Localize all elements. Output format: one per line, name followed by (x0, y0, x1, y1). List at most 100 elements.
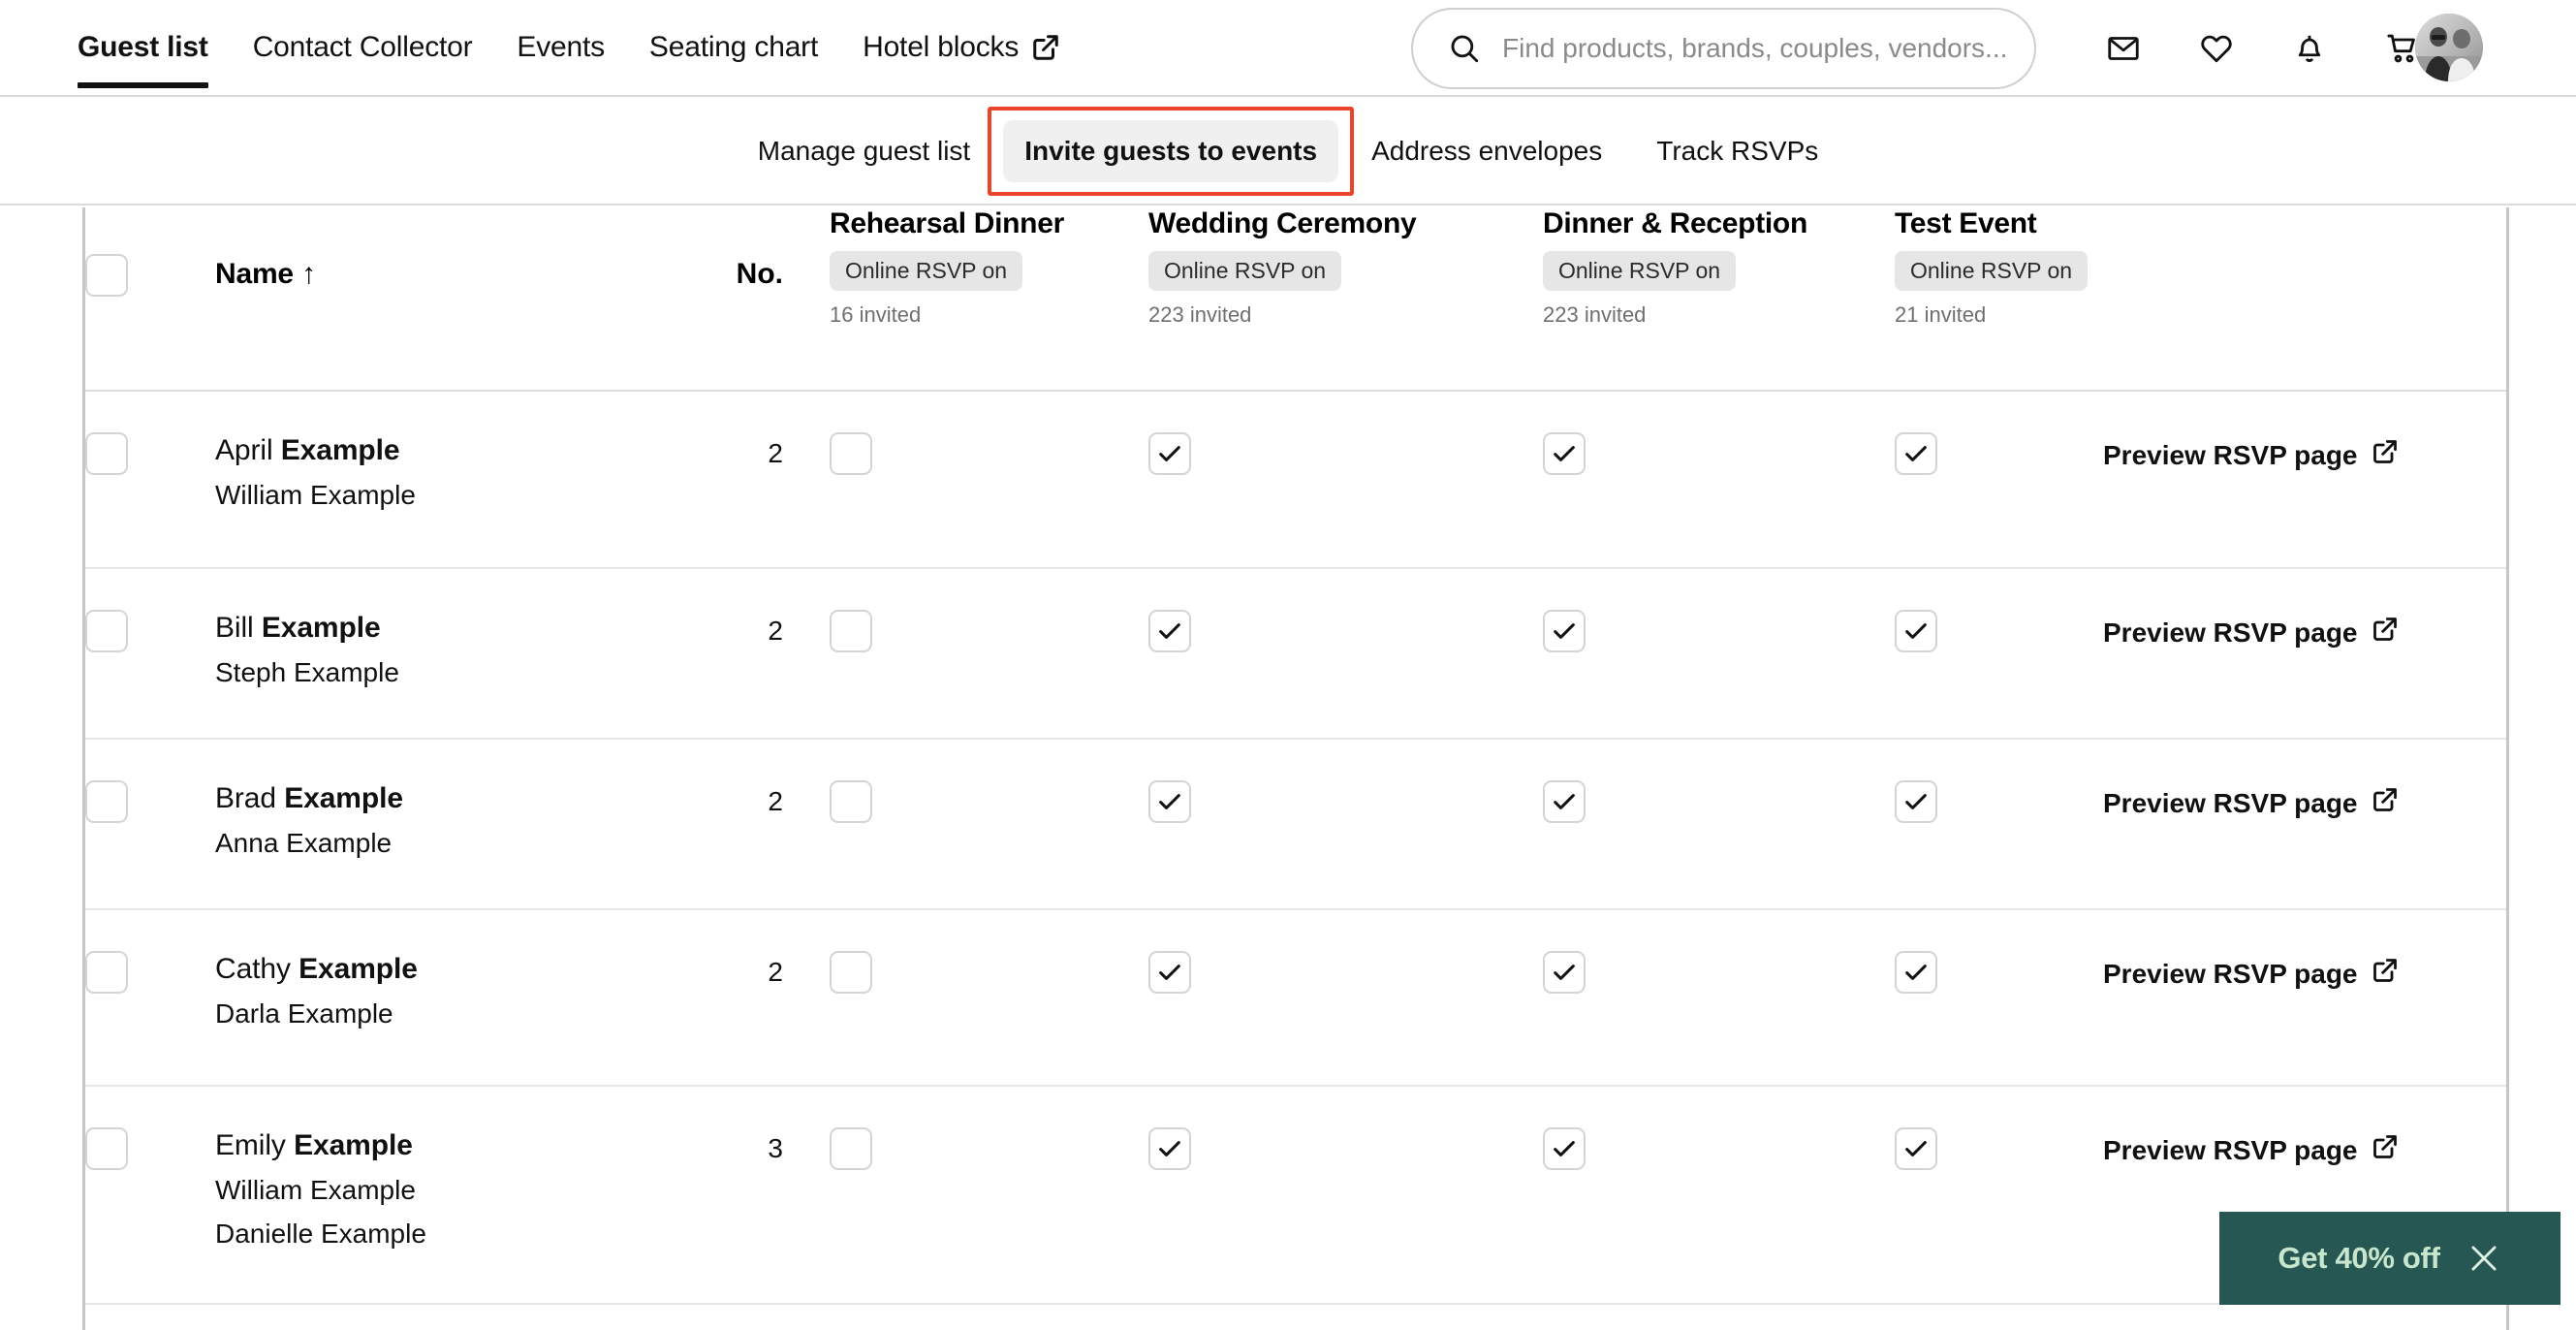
select-all-checkbox[interactable] (85, 254, 128, 297)
preview-rsvp-page-link[interactable]: Preview RSVP page (2103, 957, 2399, 991)
guest-count: 2 (768, 438, 783, 468)
primary-nav-label: Hotel blocks (863, 31, 1020, 63)
promo-label: Get 40% off (2278, 1241, 2440, 1275)
preview-rsvp-page-link[interactable]: Preview RSVP page (2103, 616, 2399, 649)
heart-icon[interactable] (2196, 28, 2237, 69)
invite-checkbox-event-3[interactable] (1895, 951, 1937, 994)
search-box[interactable] (1411, 8, 2036, 89)
invite-checkbox-event-0[interactable] (830, 1127, 872, 1170)
guest-party-member: Anna Example (215, 828, 393, 858)
event-title: Test Event (1895, 207, 2037, 239)
invite-checkbox-event-2[interactable] (1543, 951, 1586, 994)
guest-party-member: Darla Example (215, 998, 393, 1029)
guest-name-cell: Cathy Example Darla Example (215, 953, 418, 1029)
primary-nav-item-events[interactable]: Events (517, 0, 605, 96)
primary-nav-item-contact-collector[interactable]: Contact Collector (253, 0, 473, 96)
invite-checkbox-event-2[interactable] (1543, 432, 1586, 475)
preview-rsvp-page-link[interactable]: Preview RSVP page (2103, 438, 2399, 472)
event-rsvp-status-badge: Online RSVP on (1895, 251, 2089, 291)
guest-last-name: Example (294, 1129, 413, 1161)
close-icon[interactable] (2466, 1240, 2502, 1277)
external-link-icon (1031, 33, 1060, 62)
invite-checkbox-event-1[interactable] (1148, 951, 1191, 994)
invite-checkbox-event-2[interactable] (1543, 610, 1586, 652)
row-select-checkbox[interactable] (85, 432, 128, 475)
guest-count: 3 (768, 1133, 783, 1163)
invite-checkbox-event-3[interactable] (1895, 1127, 1937, 1170)
guest-first-name: Brad (215, 782, 285, 814)
preview-rsvp-page-link[interactable]: Preview RSVP page (2103, 786, 2399, 820)
invite-checkbox-event-0[interactable] (830, 432, 872, 475)
event-invited-count: 223 invited (1148, 302, 1252, 327)
invite-checkbox-event-0[interactable] (830, 951, 872, 994)
row-select-checkbox[interactable] (85, 1127, 128, 1170)
external-link-icon (2372, 438, 2399, 472)
guest-last-name: Example (280, 434, 400, 466)
row-select-checkbox[interactable] (85, 780, 128, 823)
guest-count: 2 (768, 616, 783, 646)
avatar[interactable] (2415, 14, 2483, 81)
external-link-icon (2372, 1133, 2399, 1167)
invite-checkbox-event-1[interactable] (1148, 1127, 1191, 1170)
column-header-event-3: Test Event Online RSVP on 21 invited (1895, 207, 2089, 328)
invite-checkbox-event-1[interactable] (1148, 610, 1191, 652)
guest-last-name: Example (298, 953, 418, 985)
external-link-icon (2372, 616, 2399, 649)
event-title: Dinner & Reception (1543, 207, 1807, 239)
invite-checkbox-event-3[interactable] (1895, 432, 1937, 475)
preview-rsvp-page-label: Preview RSVP page (2103, 617, 2358, 648)
table-row[interactable]: Brad Example Anna Example 2 Preview RSVP… (85, 740, 2506, 910)
row-select-checkbox[interactable] (85, 610, 128, 652)
invite-checkbox-event-0[interactable] (830, 780, 872, 823)
sub-nav-item-invite-guests-to-events[interactable]: Invite guests to events (1003, 120, 1339, 182)
invite-checkbox-event-3[interactable] (1895, 780, 1937, 823)
table-row[interactable]: Bill Example Steph Example 2 Preview RSV… (85, 569, 2506, 740)
promo-banner[interactable]: Get 40% off (2219, 1212, 2560, 1305)
search-input[interactable] (1502, 33, 2006, 64)
table-row[interactable]: April Example William Example 2 Preview … (85, 392, 2506, 569)
guest-party-member: William Example (215, 1175, 416, 1205)
invite-checkbox-event-0[interactable] (830, 610, 872, 652)
sub-nav-wrap-manage-guest-list: Manage guest list (731, 120, 997, 182)
sort-ascending-icon: ↑ (301, 258, 316, 290)
preview-rsvp-page-label: Preview RSVP page (2103, 787, 2358, 818)
table-header-row: Name ↑ No. Rehearsal Dinner Online RSVP … (85, 207, 2506, 392)
primary-nav-item-guest-list[interactable]: Guest list (78, 0, 208, 96)
preview-rsvp-page-label: Preview RSVP page (2103, 439, 2358, 470)
invite-checkbox-event-1[interactable] (1148, 432, 1191, 475)
sub-nav-item-track-rsvps[interactable]: Track RSVPs (1635, 120, 1839, 182)
event-title: Rehearsal Dinner (830, 207, 1064, 239)
primary-nav-item-hotel-blocks[interactable]: Hotel blocks (863, 0, 1060, 96)
bell-icon[interactable] (2289, 28, 2330, 69)
invite-checkbox-event-2[interactable] (1543, 780, 1586, 823)
table-row[interactable]: Emily Example William Example Danielle E… (85, 1087, 2506, 1305)
event-rsvp-status-badge: Online RSVP on (1148, 251, 1342, 291)
primary-nav-label: Events (517, 31, 605, 63)
sub-nav-item-manage-guest-list[interactable]: Manage guest list (737, 120, 991, 182)
external-link-icon (2372, 957, 2399, 991)
preview-rsvp-page-label: Preview RSVP page (2103, 958, 2358, 989)
external-link-icon (2372, 786, 2399, 820)
event-rsvp-status-badge: Online RSVP on (830, 251, 1023, 291)
column-header-name[interactable]: Name ↑ (215, 258, 316, 291)
guest-first-name: April (215, 434, 281, 466)
guest-party-member: Steph Example (215, 657, 399, 687)
table-row[interactable]: Cathy Example Darla Example 2 Preview RS… (85, 910, 2506, 1087)
guest-count: 2 (768, 786, 783, 816)
sub-nav-wrap-invite-guests-to-events: Invite guests to events (988, 107, 1354, 196)
invite-checkbox-event-3[interactable] (1895, 610, 1937, 652)
column-header-number-label: No. (736, 258, 783, 290)
invite-checkbox-event-2[interactable] (1543, 1127, 1586, 1170)
guest-name-cell: Brad Example Anna Example (215, 782, 403, 859)
top-header: Guest list Contact Collector Events Seat… (0, 0, 2576, 97)
guest-name-cell: Bill Example Steph Example (215, 612, 399, 688)
column-header-name-label: Name (215, 258, 294, 290)
invite-checkbox-event-1[interactable] (1148, 780, 1191, 823)
primary-nav-item-seating-chart[interactable]: Seating chart (649, 0, 818, 96)
preview-rsvp-page-link[interactable]: Preview RSVP page (2103, 1133, 2399, 1167)
guest-count: 2 (768, 957, 783, 987)
preview-rsvp-page-label: Preview RSVP page (2103, 1134, 2358, 1165)
row-select-checkbox[interactable] (85, 951, 128, 994)
sub-nav-item-address-envelopes[interactable]: Address envelopes (1350, 120, 1623, 182)
envelope-icon[interactable] (2103, 28, 2144, 69)
